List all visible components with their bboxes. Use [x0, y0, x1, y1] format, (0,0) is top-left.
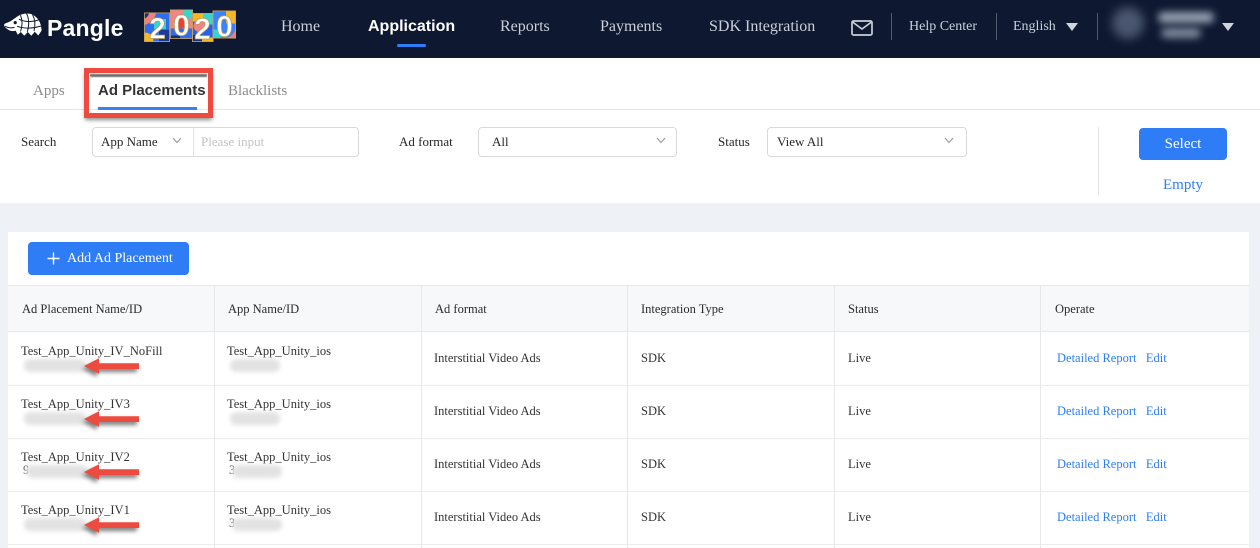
svg-text:2: 2: [194, 13, 211, 43]
svg-text:0: 0: [173, 10, 190, 43]
svg-text:0: 0: [216, 11, 233, 44]
svg-text:2: 2: [149, 13, 166, 44]
